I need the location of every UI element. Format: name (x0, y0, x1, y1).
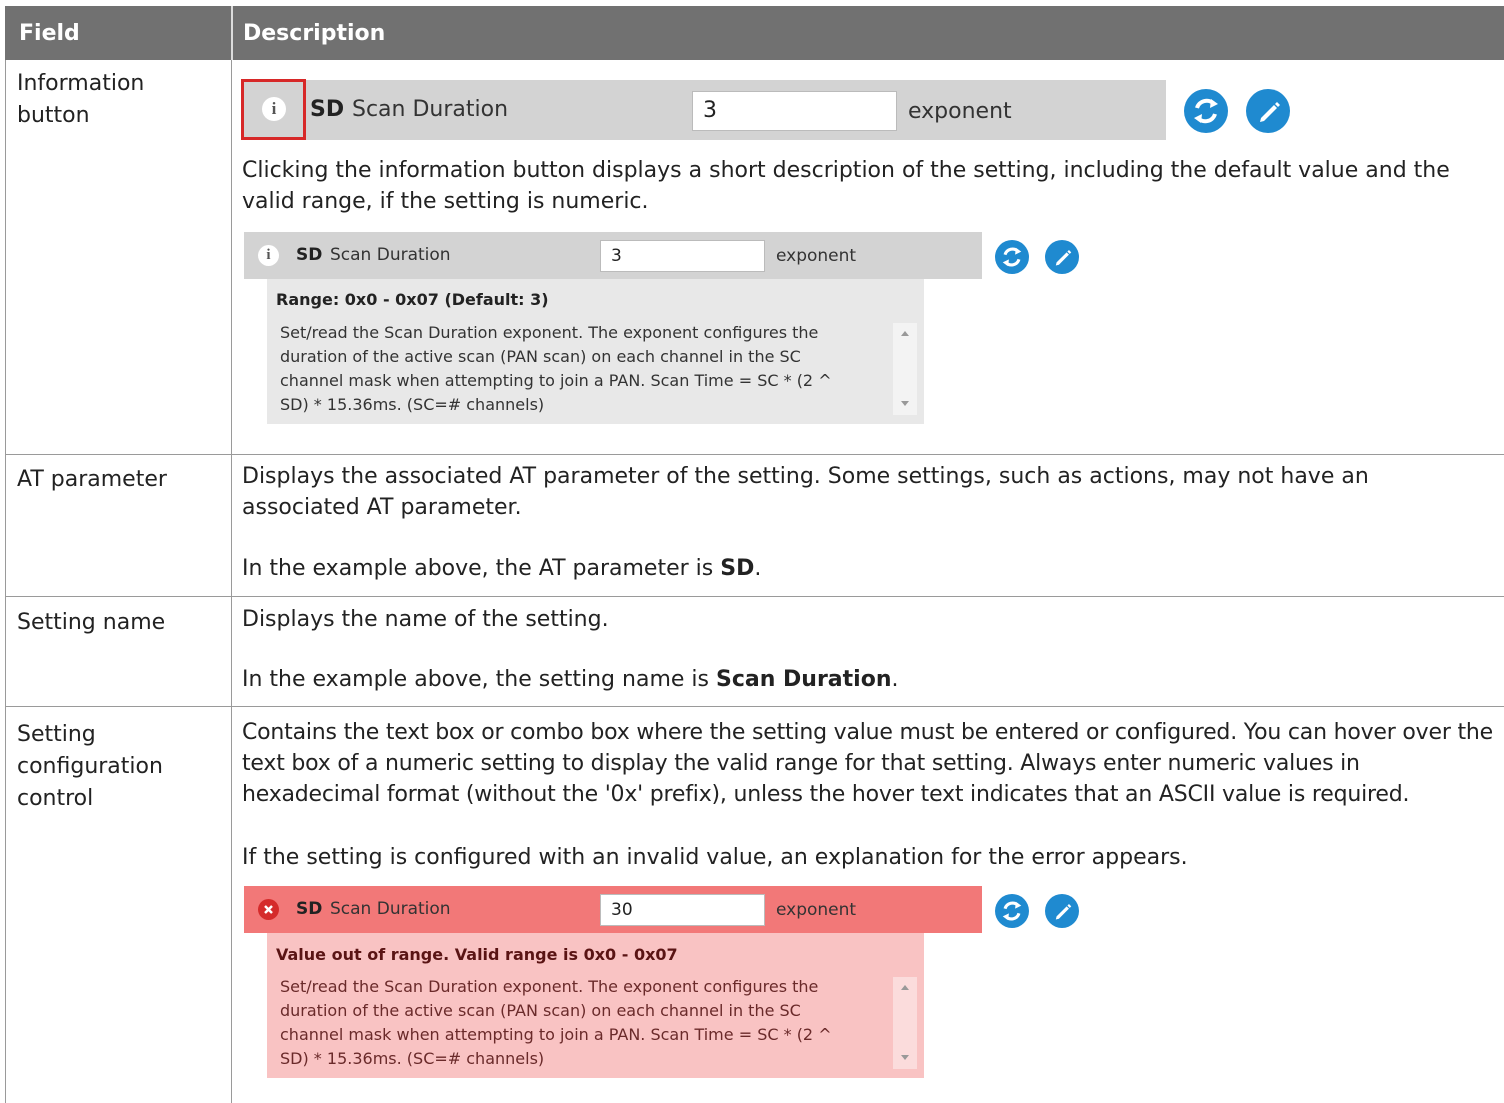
setting-info-panel: Range: 0x0 - 0x07 (Default: 3) Set/read … (267, 279, 924, 424)
setting-unit-label: exponent (776, 900, 857, 920)
setting-value-input[interactable]: 30 (600, 894, 765, 926)
setting-unit-label: exponent (776, 246, 857, 266)
example-at-parameter: In the example above, the AT parameter i… (242, 553, 1442, 584)
example-prefix: In the example above, the setting name i… (242, 667, 716, 692)
setting-name-label: Scan Duration (330, 899, 451, 919)
description-information-button: Clicking the information button displays… (242, 158, 1450, 214)
description-setting-configuration-control: Contains the text box or combo box where… (242, 720, 1493, 807)
row-divider (5, 596, 1504, 597)
field-setting-configuration-control: Setting configuration control (17, 722, 163, 811)
setting-value-input[interactable]: 3 (692, 91, 897, 131)
setting-row-example: i SD Scan Duration 3 exponent (244, 232, 982, 279)
write-pencil-icon[interactable] (1246, 89, 1290, 133)
help-line: channel mask when attempting to join a P… (280, 1025, 832, 1044)
description-at-parameter: Displays the associated AT parameter of … (242, 464, 1369, 520)
info-button-highlight (241, 79, 306, 140)
help-line: SD) * 15.36ms. (SC=# channels) (280, 1049, 545, 1068)
scroll-down-arrow-icon[interactable] (901, 401, 909, 406)
setting-value-input[interactable]: 3 (600, 240, 765, 272)
write-pencil-icon[interactable] (1045, 894, 1079, 928)
help-scrollbar[interactable] (893, 977, 917, 1069)
scroll-up-arrow-icon[interactable] (901, 331, 909, 336)
at-parameter-label: SD (310, 97, 345, 122)
setting-name-label: Scan Duration (352, 97, 509, 122)
description-setting-name: Displays the name of the setting. (242, 607, 609, 632)
example-value: SD (720, 556, 755, 581)
column-divider (231, 60, 232, 1103)
info-icon[interactable]: i (258, 245, 279, 266)
header-separator (231, 6, 233, 60)
field-at-parameter: AT parameter (17, 467, 167, 492)
row-divider (5, 706, 1504, 707)
column-header-description: Description (243, 21, 386, 46)
error-icon (258, 899, 279, 920)
example-setting-name: In the example above, the setting name i… (242, 664, 1442, 695)
range-title: Range: 0x0 - 0x07 (Default: 3) (276, 290, 549, 309)
setting-row-error: SD Scan Duration 30 exponent (244, 886, 982, 933)
table-left-border (5, 60, 6, 1103)
write-pencil-icon[interactable] (1045, 240, 1079, 274)
at-parameter-label: SD (296, 899, 323, 919)
help-line: SD) * 15.36ms. (SC=# channels) (280, 395, 545, 414)
refresh-icon[interactable] (1184, 89, 1228, 133)
description-invalid-value: If the setting is configured with an inv… (242, 845, 1188, 870)
example-value: Scan Duration (715, 667, 892, 692)
help-line: channel mask when attempting to join a P… (280, 371, 832, 390)
error-title: Value out of range. Valid range is 0x0 -… (276, 945, 678, 964)
at-parameter-label: SD (296, 245, 323, 265)
setting-error-panel: Value out of range. Valid range is 0x0 -… (267, 933, 924, 1078)
help-text: Set/read the Scan Duration exponent. The… (280, 975, 880, 1071)
help-line: Set/read the Scan Duration exponent. The… (280, 977, 819, 996)
example-suffix: . (754, 556, 762, 581)
table-header: Field Description (5, 6, 1504, 60)
settings-fields-table: Field Description Information button i S… (0, 0, 1504, 1103)
refresh-icon[interactable] (995, 894, 1029, 928)
refresh-icon[interactable] (995, 240, 1029, 274)
setting-row-large: i SD Scan Duration 3 exponent (242, 80, 1166, 140)
example-suffix: . (891, 667, 899, 692)
example-prefix: In the example above, the AT parameter i… (242, 556, 721, 581)
help-text: Set/read the Scan Duration exponent. The… (280, 321, 880, 417)
setting-name-label: Scan Duration (330, 245, 451, 265)
column-header-field: Field (19, 21, 80, 46)
help-line: Set/read the Scan Duration exponent. The… (280, 323, 819, 342)
help-line: duration of the active scan (PAN scan) o… (280, 1001, 801, 1020)
help-line: duration of the active scan (PAN scan) o… (280, 347, 801, 366)
scroll-up-arrow-icon[interactable] (901, 985, 909, 990)
field-setting-name: Setting name (17, 610, 166, 635)
help-scrollbar[interactable] (893, 323, 917, 415)
field-information-button: Information button (17, 71, 145, 128)
row-divider (5, 454, 1504, 455)
scroll-down-arrow-icon[interactable] (901, 1055, 909, 1060)
setting-unit-label: exponent (908, 99, 1012, 124)
